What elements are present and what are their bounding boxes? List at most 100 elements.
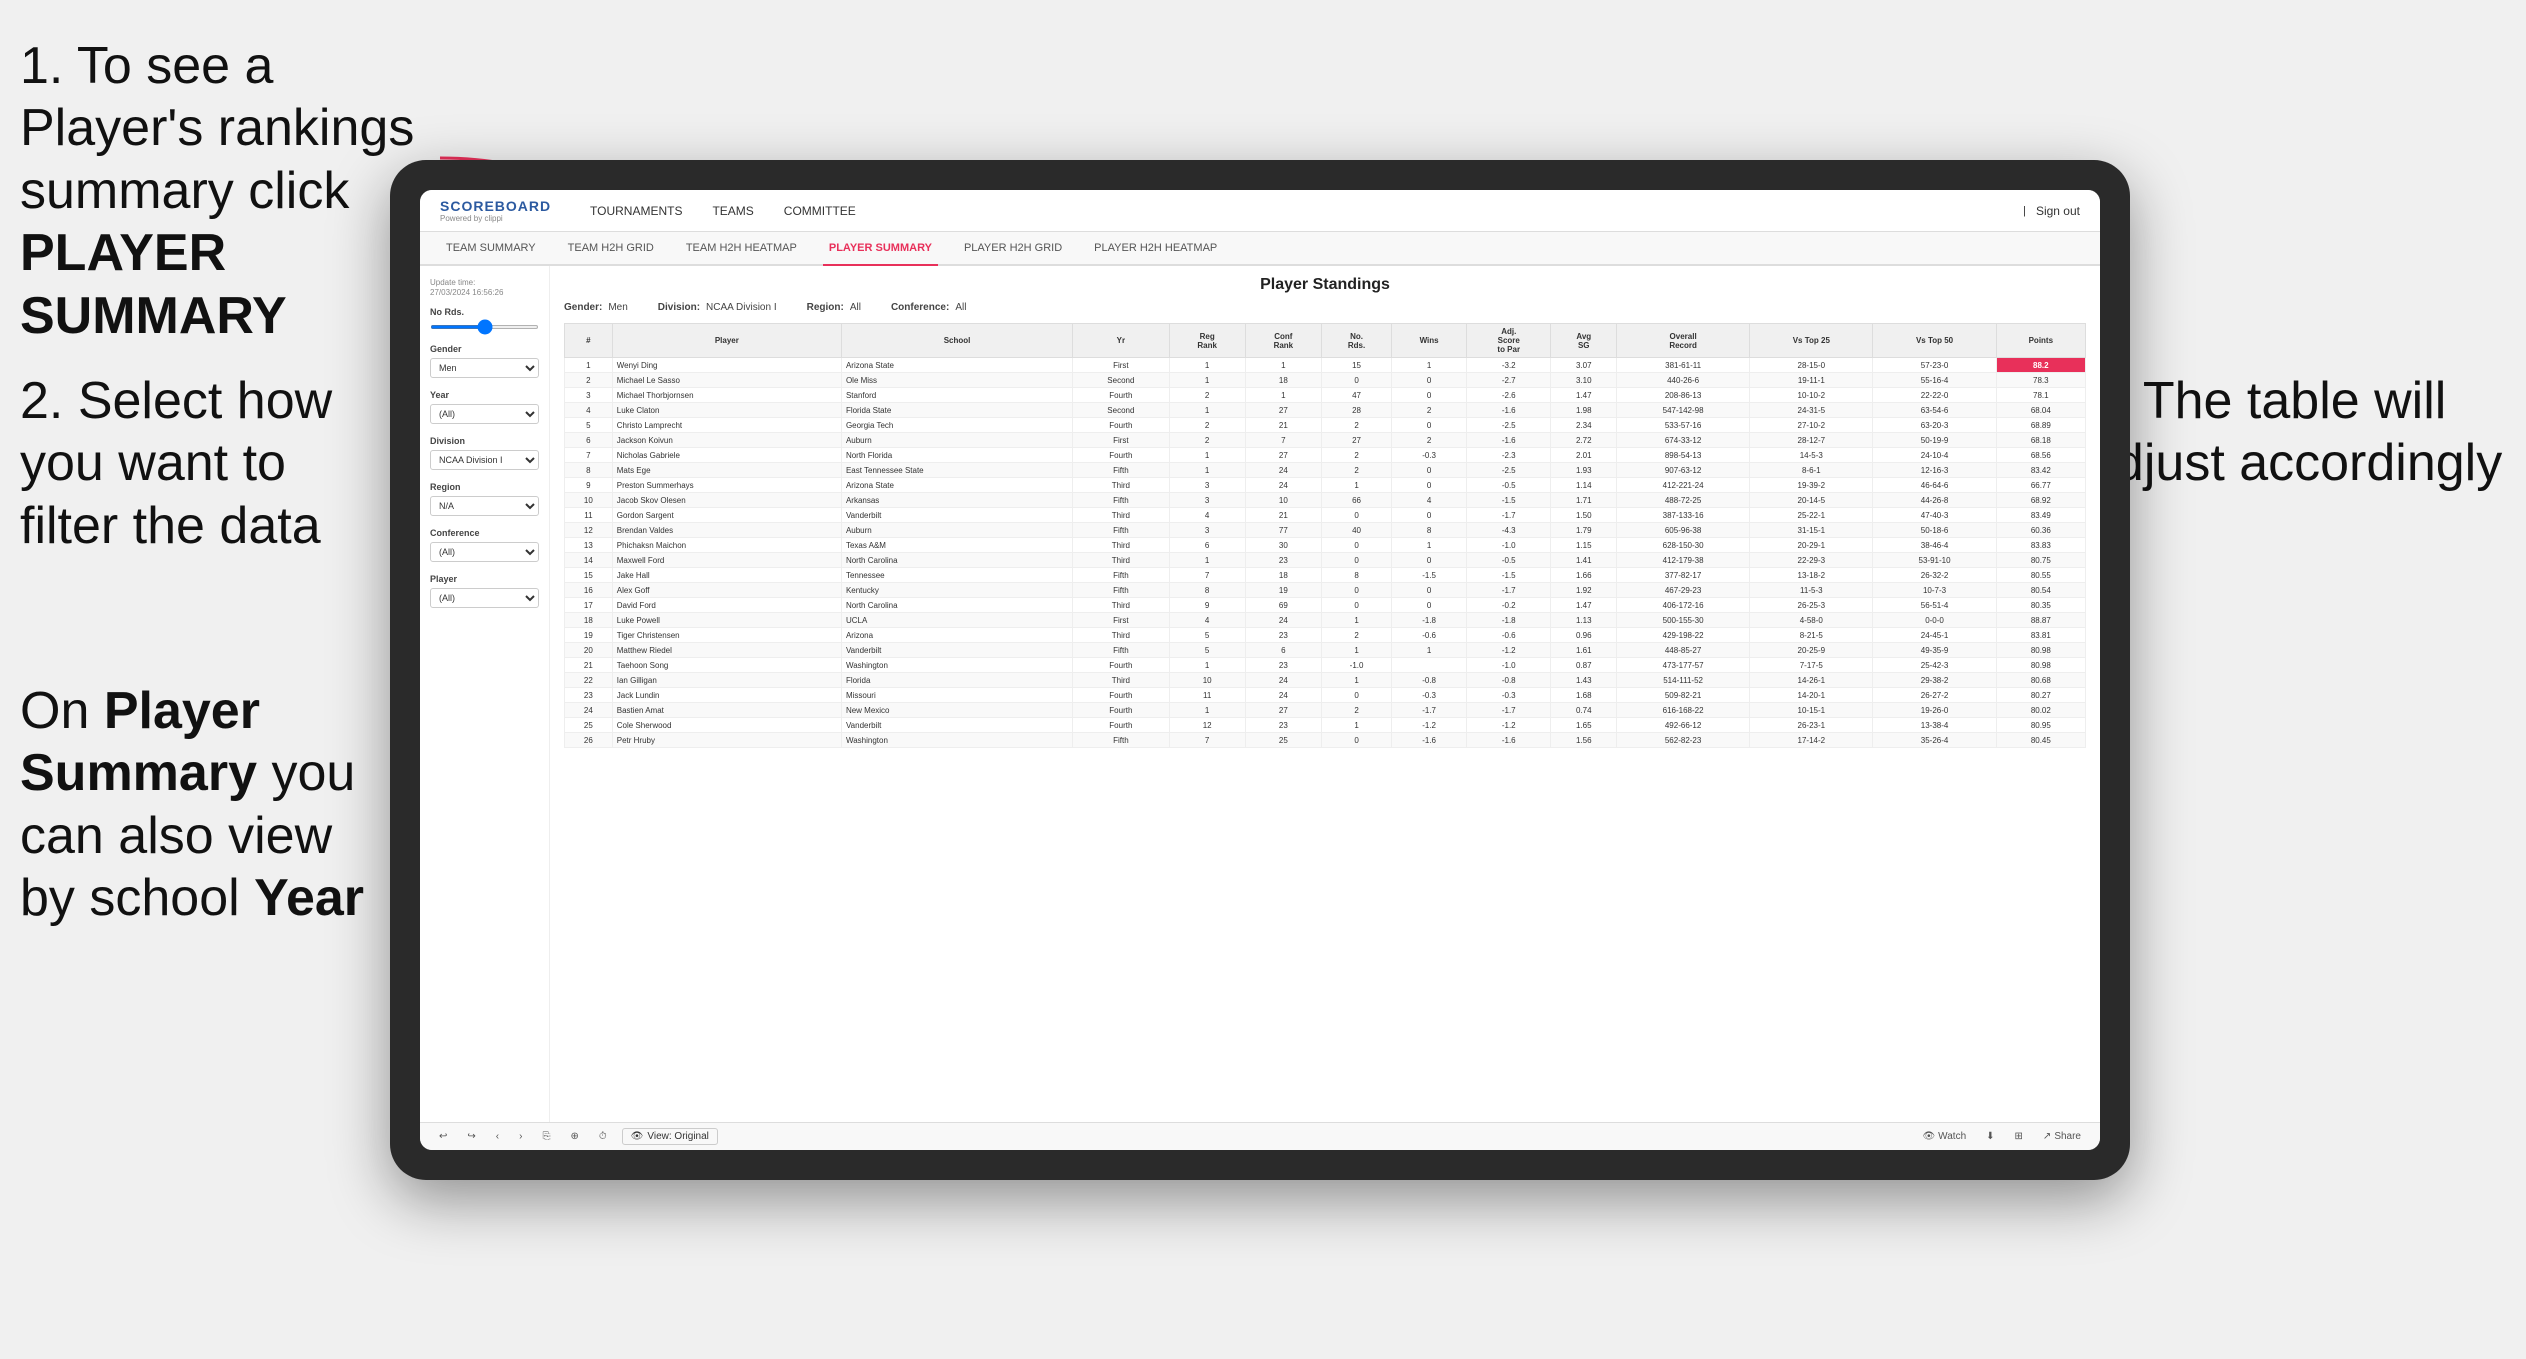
col-rds[interactable]: No.Rds. — [1321, 324, 1391, 358]
table-row[interactable]: 13Phichaksn MaichonTexas A&MThird63001-1… — [565, 538, 2086, 553]
table-row[interactable]: 9Preston SummerhaysArizona StateThird324… — [565, 478, 2086, 493]
table-cell: 1.43 — [1551, 673, 1617, 688]
toolbar-paste[interactable]: ⊕ — [565, 1129, 583, 1144]
table-cell: 473-177-57 — [1617, 658, 1750, 673]
table-row[interactable]: 25Cole SherwoodVanderbiltFourth12231-1.2… — [565, 718, 2086, 733]
table-cell — [1392, 658, 1467, 673]
toolbar-undo[interactable]: ↩ — [434, 1129, 452, 1144]
subnav-player-summary[interactable]: PLAYER SUMMARY — [823, 238, 938, 266]
col-player[interactable]: Player — [612, 324, 841, 358]
table-cell: 68.89 — [1996, 418, 2085, 433]
table-row[interactable]: 20Matthew RiedelVanderbiltFifth5611-1.21… — [565, 643, 2086, 658]
table-cell: 24-10-4 — [1873, 448, 1996, 463]
table-cell: -0.3 — [1392, 688, 1467, 703]
table-row[interactable]: 3Michael ThorbjornsenStanfordFourth21470… — [565, 388, 2086, 403]
table-cell: 38-46-4 — [1873, 538, 1996, 553]
table-row[interactable]: 18Luke PowellUCLAFirst4241-1.8-1.81.1350… — [565, 613, 2086, 628]
table-cell: Fourth — [1073, 718, 1169, 733]
subnav-team-h2h-heatmap[interactable]: TEAM H2H HEATMAP — [680, 238, 803, 258]
table-row[interactable]: 10Jacob Skov OlesenArkansasFifth310664-1… — [565, 493, 2086, 508]
toolbar-export[interactable]: ⬇ — [1981, 1129, 1999, 1144]
subnav-team-h2h-grid[interactable]: TEAM H2H GRID — [562, 238, 660, 258]
table-cell: 4 — [1169, 613, 1245, 628]
table-cell: 15 — [565, 568, 613, 583]
table-row[interactable]: 7Nicholas GabrieleNorth FloridaFourth127… — [565, 448, 2086, 463]
table-row[interactable]: 12Brendan ValdesAuburnFifth377408-4.31.7… — [565, 523, 2086, 538]
no-rds-slider[interactable] — [430, 325, 539, 329]
toolbar-back[interactable]: ‹ — [491, 1129, 504, 1144]
col-wins[interactable]: Wins — [1392, 324, 1467, 358]
table-cell: 23 — [1245, 658, 1321, 673]
table-row[interactable]: 4Luke ClatonFlorida StateSecond127282-1.… — [565, 403, 2086, 418]
table-row[interactable]: 21Taehoon SongWashingtonFourth123-1.0-1.… — [565, 658, 2086, 673]
share-icon: ↗ — [2043, 1131, 2051, 1142]
nav-sign-out[interactable]: Sign out — [2036, 200, 2080, 222]
toolbar-forward[interactable]: › — [514, 1129, 527, 1144]
col-yr[interactable]: Yr — [1073, 324, 1169, 358]
table-cell: -2.5 — [1467, 463, 1551, 478]
table-cell: Michael Le Sasso — [612, 373, 841, 388]
col-top50[interactable]: Vs Top 50 — [1873, 324, 1996, 358]
toolbar-copy[interactable]: ⎘ — [537, 1129, 555, 1144]
conference-select[interactable]: (All) — [430, 542, 539, 562]
table-row[interactable]: 14Maxwell FordNorth CarolinaThird12300-0… — [565, 553, 2086, 568]
table-cell: 1 — [1169, 463, 1245, 478]
col-top25[interactable]: Vs Top 25 — [1750, 324, 1873, 358]
table-row[interactable]: 1Wenyi DingArizona StateFirst11151-3.23.… — [565, 358, 2086, 373]
table-cell: 19 — [1245, 583, 1321, 598]
nav-teams[interactable]: TEAMS — [712, 200, 753, 222]
table-row[interactable]: 2Michael Le SassoOle MissSecond11800-2.7… — [565, 373, 2086, 388]
table-row[interactable]: 5Christo LamprechtGeorgia TechFourth2212… — [565, 418, 2086, 433]
table-row[interactable]: 17David FordNorth CarolinaThird96900-0.2… — [565, 598, 2086, 613]
col-reg-rank[interactable]: RegRank — [1169, 324, 1245, 358]
table-cell: Jacob Skov Olesen — [612, 493, 841, 508]
nav-tournaments[interactable]: TOURNAMENTS — [590, 200, 682, 222]
toolbar-view[interactable]: 👁 View: Original — [622, 1128, 718, 1145]
nav-committee[interactable]: COMMITTEE — [784, 200, 856, 222]
toolbar-watch[interactable]: 👁 Watch — [1917, 1129, 1971, 1144]
subnav-player-h2h-grid[interactable]: PLAYER H2H GRID — [958, 238, 1068, 258]
table-row[interactable]: 26Petr HrubyWashingtonFifth7250-1.6-1.61… — [565, 733, 2086, 748]
table-row[interactable]: 11Gordon SargentVanderbiltThird42100-1.7… — [565, 508, 2086, 523]
toolbar-share[interactable]: ↗ Share — [2038, 1129, 2086, 1144]
table-row[interactable]: 15Jake HallTennesseeFifth7188-1.5-1.51.6… — [565, 568, 2086, 583]
col-points[interactable]: Points — [1996, 324, 2085, 358]
table-cell: Fifth — [1073, 463, 1169, 478]
logo-area: SCOREBOARD Powered by clippi — [440, 198, 560, 223]
table-row[interactable]: 24Bastien AmatNew MexicoFourth1272-1.7-1… — [565, 703, 2086, 718]
table-row[interactable]: 16Alex GoffKentuckyFifth81900-1.71.92467… — [565, 583, 2086, 598]
table-cell: -2.6 — [1467, 388, 1551, 403]
toolbar-redo[interactable]: ↪ — [462, 1129, 480, 1144]
toolbar-clock[interactable]: ⏱ — [594, 1129, 612, 1144]
table-row[interactable]: 23Jack LundinMissouriFourth11240-0.3-0.3… — [565, 688, 2086, 703]
division-select[interactable]: NCAA Division I — [430, 450, 539, 470]
table-cell: -0.2 — [1467, 598, 1551, 613]
table-row[interactable]: 8Mats EgeEast Tennessee StateFifth12420-… — [565, 463, 2086, 478]
region-select[interactable]: N/A — [430, 496, 539, 516]
table-cell: Third — [1073, 553, 1169, 568]
col-conf-rank[interactable]: ConfRank — [1245, 324, 1321, 358]
year-select[interactable]: (All) — [430, 404, 539, 424]
table-cell: Maxwell Ford — [612, 553, 841, 568]
table-cell: 21 — [1245, 508, 1321, 523]
player-select[interactable]: (All) — [430, 588, 539, 608]
subnav-player-h2h-heatmap[interactable]: PLAYER H2H HEATMAP — [1088, 238, 1223, 258]
table-cell: 11 — [565, 508, 613, 523]
table-row[interactable]: 19Tiger ChristensenArizonaThird5232-0.6-… — [565, 628, 2086, 643]
table-cell: 2 — [1169, 433, 1245, 448]
col-adj[interactable]: Adj.Scoreto Par — [1467, 324, 1551, 358]
table-title: Player Standings — [564, 276, 2086, 294]
col-school[interactable]: School — [841, 324, 1072, 358]
table-cell: Bastien Amat — [612, 703, 841, 718]
table-cell: 24-45-1 — [1873, 628, 1996, 643]
table-cell: 88.87 — [1996, 613, 2085, 628]
table-cell: 25-42-3 — [1873, 658, 1996, 673]
toolbar-grid[interactable]: ⊞ — [2010, 1129, 2028, 1144]
table-row[interactable]: 6Jackson KoivunAuburnFirst27272-1.62.726… — [565, 433, 2086, 448]
col-avg-sg[interactable]: AvgSG — [1551, 324, 1617, 358]
gender-select[interactable]: Men — [430, 358, 539, 378]
table-cell: -1.2 — [1392, 718, 1467, 733]
col-record[interactable]: OverallRecord — [1617, 324, 1750, 358]
subnav-team-summary[interactable]: TEAM SUMMARY — [440, 238, 542, 258]
table-row[interactable]: 22Ian GilliganFloridaThird10241-0.8-0.81… — [565, 673, 2086, 688]
